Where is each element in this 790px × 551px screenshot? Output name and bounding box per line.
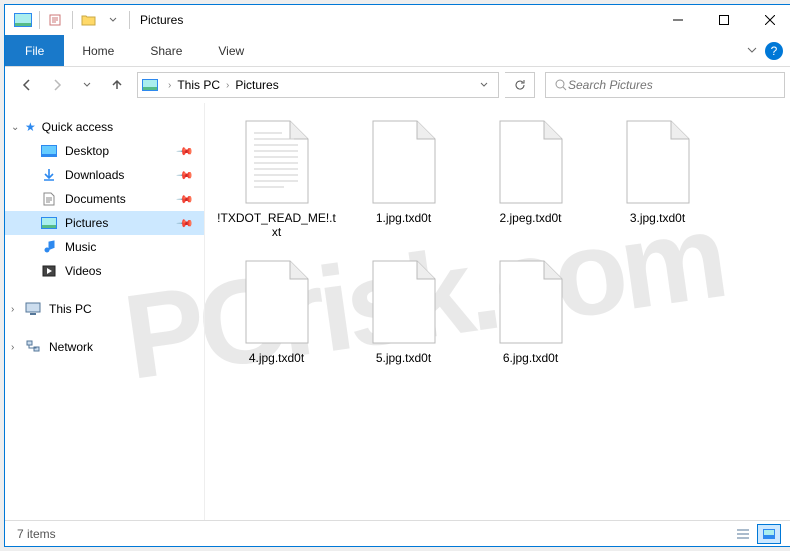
minimize-button[interactable] (655, 5, 701, 35)
network-icon (25, 339, 41, 355)
pin-icon: 📌 (176, 190, 195, 209)
address-field[interactable]: › This PC › Pictures (137, 72, 499, 98)
file-thumbnail (369, 259, 439, 345)
file-item[interactable]: !TXDOT_READ_ME!.txt (213, 111, 340, 251)
sidebar-item-music[interactable]: Music (5, 235, 204, 259)
file-name: 3.jpg.txd0t (626, 211, 689, 225)
pin-icon: 📌 (176, 166, 195, 185)
file-item[interactable]: 5.jpg.txd0t (340, 251, 467, 391)
breadcrumb-thispc[interactable]: This PC (173, 78, 224, 92)
sidebar-item-pictures[interactable]: Pictures 📌 (5, 211, 204, 235)
sidebar-item-label: Pictures (65, 216, 108, 230)
star-icon: ★ (25, 120, 36, 134)
qat-properties-icon[interactable] (46, 10, 66, 30)
documents-icon (41, 191, 57, 207)
file-item[interactable]: 4.jpg.txd0t (213, 251, 340, 391)
file-item[interactable]: 2.jpeg.txd0t (467, 111, 594, 251)
nav-label: This PC (49, 302, 92, 316)
sidebar-item-documents[interactable]: Documents 📌 (5, 187, 204, 211)
sidebar-item-label: Music (65, 240, 96, 254)
file-item[interactable]: 3.jpg.txd0t (594, 111, 721, 251)
sidebar-item-desktop[interactable]: Desktop 📌 (5, 139, 204, 163)
file-grid[interactable]: !TXDOT_READ_ME!.txt 1.jpg.txd0t 2.jpeg.txd… (205, 103, 790, 520)
recent-dropdown[interactable] (73, 71, 101, 99)
help-button[interactable]: ? (765, 42, 783, 60)
file-name: !TXDOT_READ_ME!.txt (213, 211, 340, 239)
qat-dropdown-icon[interactable] (103, 10, 123, 30)
file-name: 2.jpeg.txd0t (495, 211, 565, 225)
file-tab[interactable]: File (5, 35, 64, 66)
sidebar-item-downloads[interactable]: Downloads 📌 (5, 163, 204, 187)
icons-view-button[interactable] (757, 524, 781, 544)
forward-button[interactable] (43, 71, 71, 99)
pictures-icon (41, 215, 57, 231)
titlebar: Pictures (5, 5, 790, 35)
pictures-breadcrumb-icon (142, 77, 158, 93)
ribbon-expand-icon[interactable] (747, 42, 757, 60)
downloads-icon (41, 167, 57, 183)
sidebar-item-label: Downloads (65, 168, 124, 182)
videos-icon (41, 263, 57, 279)
back-button[interactable] (13, 71, 41, 99)
file-thumbnail (242, 259, 312, 345)
search-input[interactable] (568, 78, 776, 92)
file-name: 4.jpg.txd0t (245, 351, 308, 365)
navigation-pane: ⌄ ★ Quick access Desktop📌Downloads📌Docum… (5, 103, 205, 520)
sidebar-item-videos[interactable]: Videos (5, 259, 204, 283)
chevron-right-icon[interactable]: › (224, 80, 231, 91)
file-thumbnail (496, 119, 566, 205)
search-icon (554, 78, 568, 92)
status-bar: 7 items (5, 520, 790, 546)
chevron-down-icon[interactable]: ⌄ (11, 122, 19, 133)
sidebar-item-label: Documents (65, 192, 126, 206)
maximize-button[interactable] (701, 5, 747, 35)
file-thumbnail (242, 119, 312, 205)
nav-label: Quick access (42, 120, 113, 134)
file-thumbnail (496, 259, 566, 345)
address-bar: › This PC › Pictures (5, 67, 790, 103)
sidebar-item-label: Videos (65, 264, 101, 278)
music-icon (41, 239, 57, 255)
search-field[interactable] (545, 72, 785, 98)
file-name: 5.jpg.txd0t (372, 351, 435, 365)
ribbon: File Home Share View ? (5, 35, 790, 66)
up-button[interactable] (103, 71, 131, 99)
explorer-window: PCrisk.com Pictures File Home Share (4, 4, 790, 547)
pin-icon: 📌 (176, 214, 195, 233)
nav-label: Network (49, 340, 93, 354)
tab-home[interactable]: Home (64, 35, 132, 66)
file-item[interactable]: 1.jpg.txd0t (340, 111, 467, 251)
file-name: 6.jpg.txd0t (499, 351, 562, 365)
window-title: Pictures (132, 13, 183, 27)
qat-newfolder-icon[interactable] (79, 10, 99, 30)
tab-view[interactable]: View (200, 35, 262, 66)
tab-share[interactable]: Share (132, 35, 200, 66)
breadcrumb-pictures[interactable]: Pictures (231, 78, 282, 92)
refresh-button[interactable] (505, 72, 535, 98)
close-button[interactable] (747, 5, 790, 35)
nav-network[interactable]: › Network (5, 335, 204, 359)
chevron-right-icon[interactable]: › (166, 80, 173, 91)
chevron-right-icon[interactable]: › (11, 304, 14, 315)
pc-icon (25, 301, 41, 317)
nav-this-pc[interactable]: › This PC (5, 297, 204, 321)
chevron-right-icon[interactable]: › (11, 342, 14, 353)
file-name: 1.jpg.txd0t (372, 211, 435, 225)
item-count: 7 items (17, 527, 56, 541)
nav-quick-access[interactable]: ⌄ ★ Quick access (5, 115, 204, 139)
address-dropdown-icon[interactable] (474, 76, 494, 94)
pin-icon: 📌 (176, 142, 195, 161)
sidebar-item-label: Desktop (65, 144, 109, 158)
file-thumbnail (623, 119, 693, 205)
app-icon (13, 10, 33, 30)
desktop-icon (41, 143, 57, 159)
details-view-button[interactable] (731, 524, 755, 544)
file-item[interactable]: 6.jpg.txd0t (467, 251, 594, 391)
file-thumbnail (369, 119, 439, 205)
